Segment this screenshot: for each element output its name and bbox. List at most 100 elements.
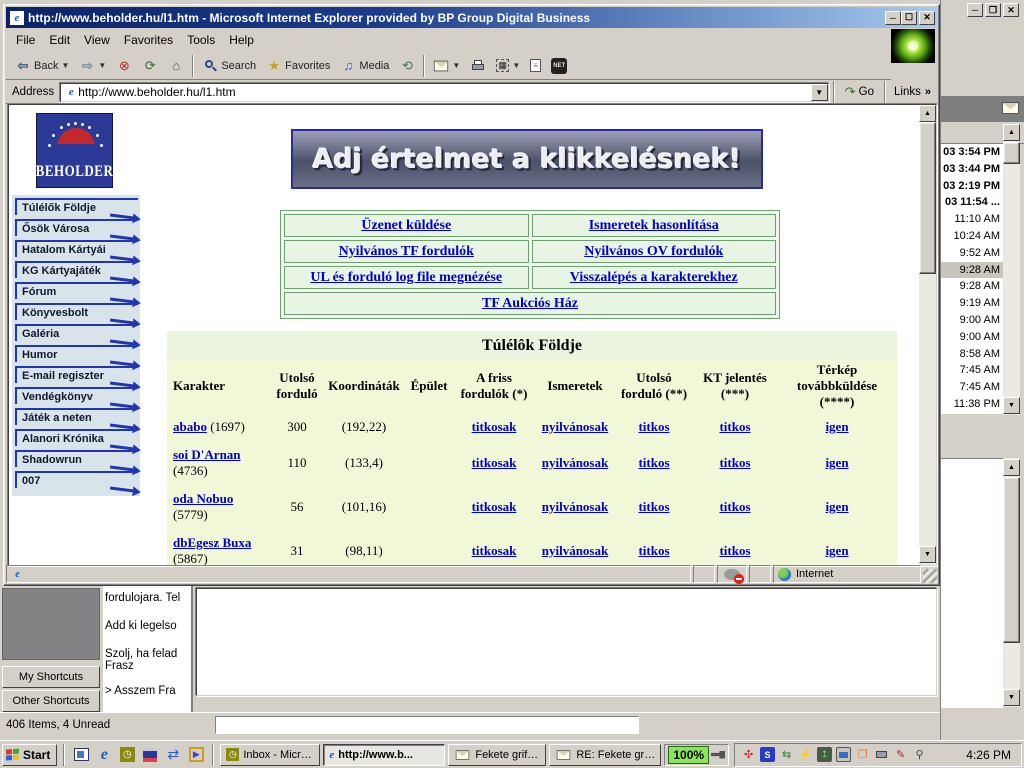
cell-fresh-link[interactable]: titkosak bbox=[472, 419, 517, 434]
ql-sync-icon[interactable]: ⇄ bbox=[163, 745, 183, 765]
nav-email-regiszter[interactable]: E-mail regiszter bbox=[15, 366, 138, 383]
autopreview-line[interactable]: > Asszem Fra bbox=[103, 685, 191, 697]
message-time[interactable]: 11:38 PM bbox=[941, 396, 1003, 413]
autopreview-line[interactable]: Szolj, ha felad bbox=[103, 648, 191, 660]
tray-red-fan-icon[interactable]: ✣ bbox=[741, 747, 756, 762]
scroll-down-icon[interactable]: ▼ bbox=[919, 546, 936, 563]
menu-edit[interactable]: Edit bbox=[43, 31, 76, 49]
links-chevron-icon[interactable]: » bbox=[925, 86, 931, 98]
cell-map-link[interactable]: igen bbox=[825, 419, 848, 434]
autopreview-line[interactable]: Frasz bbox=[103, 660, 191, 672]
resize-grip[interactable] bbox=[923, 569, 937, 583]
stop-button[interactable]: ⊗ bbox=[111, 54, 137, 78]
minimize-button[interactable]: ─ bbox=[885, 11, 901, 25]
cell-fresh-link[interactable]: titkosak bbox=[472, 455, 517, 470]
nav-alanori-kronika[interactable]: Alanori Krónika bbox=[15, 429, 138, 446]
address-input[interactable] bbox=[78, 85, 811, 99]
character-link[interactable]: dbEgesz Buxa bbox=[173, 535, 251, 550]
tray-search-icon[interactable]: ⚲ bbox=[912, 747, 927, 762]
scroll-up-icon[interactable]: ▲ bbox=[1003, 124, 1020, 141]
message-time[interactable]: 9:52 AM bbox=[941, 245, 1003, 262]
message-time-selected[interactable]: 9:28 AM bbox=[941, 262, 1003, 279]
edit-button[interactable]: ▦ ▼ bbox=[491, 54, 525, 78]
scroll-down-icon[interactable]: ▼ bbox=[1003, 689, 1020, 706]
link-ismeretek-hasonlitasa[interactable]: Ismeretek hasonlítása bbox=[589, 218, 719, 233]
link-visszalepes[interactable]: Visszalépés a karakterekhez bbox=[570, 270, 738, 285]
autopreview-line[interactable]: fordulojara. Tel bbox=[103, 592, 191, 604]
tray-display-icon[interactable] bbox=[836, 747, 851, 762]
message-time[interactable]: 7:45 AM bbox=[941, 379, 1003, 396]
nav-galeria[interactable]: Galéria bbox=[15, 324, 138, 341]
task-re-fekete-griff[interactable]: RE: Fekete grif... bbox=[549, 744, 661, 766]
outlook-list-scroll-thumb[interactable] bbox=[1003, 142, 1020, 164]
favorites-button[interactable]: ★ Favorites bbox=[261, 54, 335, 78]
autopreview-line[interactable]: Add ki legelso bbox=[103, 620, 191, 632]
message-time[interactable]: 03 11:54 ... bbox=[941, 194, 1003, 211]
message-time[interactable]: 11:10 AM bbox=[941, 211, 1003, 228]
menu-view[interactable]: View bbox=[78, 31, 116, 49]
nav-tulelok-foldje[interactable]: Túlélők Földje bbox=[15, 198, 138, 215]
task-fekete-griff[interactable]: Fekete griff - ... bbox=[448, 744, 546, 766]
character-link[interactable]: soi D'Arnan bbox=[173, 447, 241, 462]
outlook-list-scrollbar[interactable] bbox=[1003, 124, 1020, 415]
link-ul-log-file[interactable]: UL és forduló log file megnézése bbox=[310, 270, 502, 285]
outlook-close-button[interactable]: ✕ bbox=[1003, 3, 1019, 17]
refresh-button[interactable]: ⟳ bbox=[137, 54, 163, 78]
nav-forum[interactable]: Fórum bbox=[15, 282, 138, 299]
cell-kt-link[interactable]: titkos bbox=[719, 455, 750, 470]
nav-vendegkonyv[interactable]: Vendégkönyv bbox=[15, 387, 138, 404]
menu-tools[interactable]: Tools bbox=[181, 31, 221, 49]
scroll-down-icon[interactable]: ▼ bbox=[1003, 397, 1020, 414]
discuss-button[interactable]: ≡ bbox=[525, 54, 546, 78]
message-time[interactable]: 9:00 AM bbox=[941, 329, 1003, 346]
cell-fresh-link[interactable]: titkosak bbox=[472, 543, 517, 558]
message-time[interactable]: 03 3:54 PM bbox=[941, 144, 1003, 161]
outlook-preview-scroll-thumb[interactable] bbox=[1003, 477, 1020, 643]
cell-lastround-link[interactable]: titkos bbox=[638, 499, 669, 514]
forward-dropdown-icon[interactable]: ▼ bbox=[98, 61, 106, 70]
message-time[interactable]: 9:19 AM bbox=[941, 295, 1003, 312]
cell-knowledge-link[interactable]: nyilvánosak bbox=[542, 419, 608, 434]
tray-upload-icon[interactable]: ↥ bbox=[817, 747, 832, 762]
menu-help[interactable]: Help bbox=[223, 31, 260, 49]
cell-fresh-link[interactable]: titkosak bbox=[472, 499, 517, 514]
link-nyilvanos-ov-fordulok[interactable]: Nyilvános OV fordulók bbox=[584, 244, 723, 259]
message-time[interactable]: 7:45 AM bbox=[941, 362, 1003, 379]
ql-outlook-icon[interactable]: ◷ bbox=[117, 745, 137, 765]
nav-shadowrun[interactable]: Shadowrun bbox=[15, 450, 138, 467]
ie-scroll-thumb[interactable] bbox=[919, 122, 936, 274]
nav-007[interactable]: 007 bbox=[15, 471, 138, 488]
cell-kt-link[interactable]: titkos bbox=[719, 499, 750, 514]
cell-lastround-link[interactable]: titkos bbox=[638, 543, 669, 558]
nav-hatalom-kartyai[interactable]: Hatalom Kártyái bbox=[15, 240, 138, 257]
message-time[interactable]: 9:28 AM bbox=[941, 278, 1003, 295]
cell-map-link[interactable]: igen bbox=[825, 499, 848, 514]
ql-ie-icon[interactable]: e bbox=[94, 745, 114, 765]
menu-favorites[interactable]: Favorites bbox=[118, 31, 179, 49]
go-button[interactable]: ↷ Go bbox=[839, 84, 880, 100]
tray-printer-icon[interactable] bbox=[874, 747, 889, 762]
message-time[interactable]: 03 2:19 PM bbox=[941, 178, 1003, 195]
cell-lastround-link[interactable]: titkos bbox=[638, 419, 669, 434]
menu-file[interactable]: File bbox=[10, 31, 41, 49]
outlook-minimize-button[interactable]: ─ bbox=[967, 3, 983, 17]
cell-knowledge-link[interactable]: nyilvánosak bbox=[542, 543, 608, 558]
cell-kt-link[interactable]: titkos bbox=[719, 419, 750, 434]
message-time[interactable]: 8:58 AM bbox=[941, 346, 1003, 363]
other-shortcuts-button[interactable]: Other Shortcuts bbox=[2, 690, 100, 712]
scroll-up-icon[interactable]: ▲ bbox=[919, 105, 936, 122]
nav-konyvesbolt[interactable]: Könyvesbolt bbox=[15, 303, 138, 320]
tray-windows-icon[interactable]: ❐ bbox=[855, 747, 870, 762]
search-button[interactable]: Search bbox=[197, 54, 261, 78]
link-nyilvanos-tf-fordulok[interactable]: Nyilvános TF fordulók bbox=[339, 244, 474, 259]
message-time[interactable]: 10:24 AM bbox=[941, 228, 1003, 245]
mail-dropdown-icon[interactable]: ▼ bbox=[452, 61, 460, 70]
net-button[interactable]: NET bbox=[546, 54, 572, 78]
tray-pen-icon[interactable]: ✎ bbox=[893, 747, 908, 762]
back-dropdown-icon[interactable]: ▼ bbox=[61, 61, 69, 70]
character-link[interactable]: oda Nobuo bbox=[173, 491, 233, 506]
scroll-up-icon[interactable]: ▲ bbox=[1003, 459, 1020, 476]
home-button[interactable]: ⌂ bbox=[163, 54, 189, 78]
mail-button[interactable]: ▼ bbox=[428, 54, 465, 78]
edit-dropdown-icon[interactable]: ▼ bbox=[512, 61, 520, 70]
